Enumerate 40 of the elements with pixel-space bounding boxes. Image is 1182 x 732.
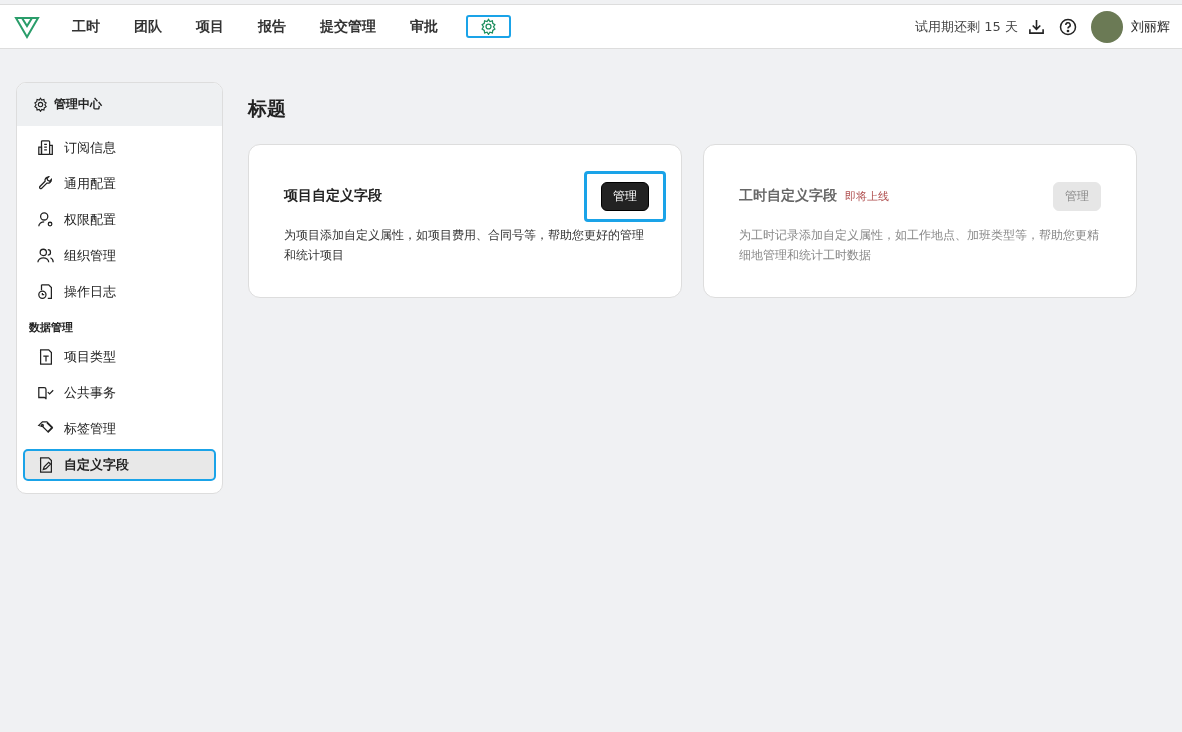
sidebar-item[interactable]: 操作日志 <box>23 276 216 308</box>
doc-edit-icon <box>37 456 55 474</box>
log-icon <box>37 283 55 301</box>
settings-tab[interactable] <box>466 15 511 38</box>
nav-tab[interactable]: 审批 <box>404 12 444 41</box>
sidebar-item[interactable]: 组织管理 <box>23 240 216 272</box>
card-title: 项目自定义字段 <box>284 187 382 205</box>
settings-icon <box>480 18 497 35</box>
book-icon <box>37 384 55 402</box>
avatar[interactable] <box>1091 10 1123 43</box>
settings-icon <box>33 97 48 112</box>
sidebar-item[interactable]: 订阅信息 <box>23 132 216 164</box>
nav-tab[interactable]: 报告 <box>252 12 292 41</box>
manage-button[interactable]: 管理 <box>601 181 649 211</box>
nav-tab[interactable]: 团队 <box>128 12 168 41</box>
nav-tab[interactable]: 提交管理 <box>314 12 382 41</box>
section-label: 数据管理 <box>28 320 74 336</box>
doc-t-icon <box>37 348 55 366</box>
logo-icon[interactable] <box>14 14 40 39</box>
nav-tab[interactable]: 工时 <box>66 12 106 41</box>
sidebar-item[interactable]: 通用配置 <box>23 168 216 200</box>
card-description: 为工时记录添加自定义属性，如工作地点、加班类型等，帮助您更精细地管理和统计工时数据 <box>739 227 1100 264</box>
card-description: 为项目添加自定义属性，如项目费用、合同号等，帮助您更好的管理和统计项目 <box>284 227 645 264</box>
building-icon <box>37 139 55 157</box>
download-icon[interactable] <box>1028 18 1045 35</box>
sidebar-item[interactable]: 权限配置 <box>23 204 216 236</box>
sidebar-item[interactable]: 公共事务 <box>23 377 216 409</box>
status-tag: 即将上线 <box>845 188 889 204</box>
help-icon[interactable] <box>1059 17 1077 36</box>
card-title: 工时自定义字段 <box>739 187 837 205</box>
users-icon <box>37 247 55 265</box>
sidebar-item[interactable]: 项目类型 <box>23 341 216 373</box>
trial-notice: 试用期还剩 15 天 <box>915 17 1018 36</box>
sidebar-title: 管理中心 <box>54 96 102 113</box>
sidebar-item[interactable]: 标签管理 <box>23 413 216 445</box>
user-gear-icon <box>37 211 55 229</box>
nav-tab[interactable]: 项目 <box>190 12 230 41</box>
page-heading: 标题 <box>248 96 287 121</box>
user-name[interactable]: 刘丽辉 <box>1131 17 1170 36</box>
sidebar-item[interactable]: 自定义字段 <box>23 449 216 481</box>
